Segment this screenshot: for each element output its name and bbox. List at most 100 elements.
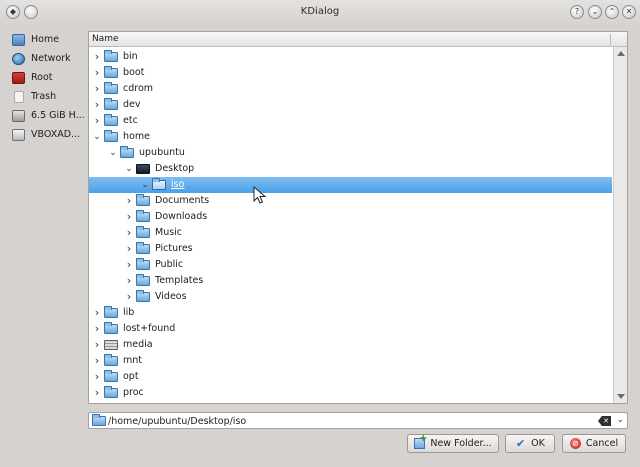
tree-row-label: lost+found <box>123 323 176 334</box>
ok-button[interactable]: ✔ OK <box>505 434 555 453</box>
tree-row-label: Desktop <box>155 163 195 174</box>
tree-row-label: boot <box>123 67 145 78</box>
tree-row[interactable]: dev <box>89 97 612 113</box>
location-combobox[interactable]: /home/upubuntu/Desktop/iso ✕ ⌄ <box>88 412 628 429</box>
tree-row-label: Pictures <box>155 243 193 254</box>
expand-arrow-icon[interactable] <box>93 325 101 333</box>
tree-row-label: home <box>123 131 150 142</box>
place-optical-disc[interactable]: VBOXAD... <box>12 125 86 144</box>
help-icon[interactable]: ? <box>570 5 584 19</box>
folder-icon <box>104 98 118 110</box>
collapse-arrow-icon[interactable] <box>125 165 133 173</box>
place-label: Home <box>31 34 60 45</box>
folder-icon <box>152 178 166 190</box>
tree-row[interactable]: etc <box>89 113 612 129</box>
clear-text-icon[interactable]: ✕ <box>598 416 611 426</box>
expand-arrow-icon[interactable] <box>125 197 133 205</box>
tree-row[interactable]: Videos <box>89 289 612 305</box>
expand-arrow-icon[interactable] <box>125 245 133 253</box>
tree-row[interactable]: bin <box>89 49 612 65</box>
tree-row[interactable]: proc <box>89 385 612 401</box>
vertical-scrollbar[interactable] <box>613 47 627 403</box>
cancel-button[interactable]: ⊘ Cancel <box>562 434 626 453</box>
tree-row[interactable]: Templates <box>89 273 612 289</box>
place-root[interactable]: Root <box>12 68 86 87</box>
place-home[interactable]: Home <box>12 30 86 49</box>
tree-row-label: iso <box>171 179 185 190</box>
expand-arrow-icon[interactable] <box>93 101 101 109</box>
tree-row[interactable]: mnt <box>89 353 612 369</box>
tree-row[interactable]: Downloads <box>89 209 612 225</box>
window-title: KDialog <box>300 6 340 17</box>
maximize-icon[interactable]: ⌃ <box>605 5 619 19</box>
location-path[interactable]: /home/upubuntu/Desktop/iso <box>108 416 246 427</box>
folder-icon <box>104 306 118 318</box>
folder-icon <box>104 322 118 334</box>
folder-icon <box>104 66 118 78</box>
close-icon[interactable]: ✕ <box>622 5 636 19</box>
expand-arrow-icon[interactable] <box>125 261 133 269</box>
place-network[interactable]: Network <box>12 49 86 68</box>
tree-row-selected[interactable]: iso <box>89 177 612 193</box>
tree-row[interactable]: media <box>89 337 612 353</box>
tree-row-label: etc <box>123 115 138 126</box>
place-hard-disk[interactable]: 6.5 GiB H... <box>12 106 86 125</box>
folder-icon <box>136 274 150 286</box>
expand-arrow-icon[interactable] <box>93 357 101 365</box>
place-label: Network <box>31 53 71 64</box>
expand-arrow-icon[interactable] <box>93 309 101 317</box>
tree-row[interactable]: lib <box>89 305 612 321</box>
desktop-icon <box>136 164 150 174</box>
collapse-arrow-icon[interactable] <box>93 133 101 141</box>
tree-row[interactable]: upubuntu <box>89 145 612 161</box>
expand-arrow-icon[interactable] <box>93 389 101 397</box>
folder-icon <box>104 354 118 366</box>
tree-row[interactable]: Pictures <box>89 241 612 257</box>
tree-row[interactable]: home <box>89 129 612 145</box>
chevron-down-icon[interactable]: ⌄ <box>616 415 624 425</box>
expand-arrow-icon[interactable] <box>125 277 133 285</box>
folder-icon <box>136 194 150 206</box>
expand-arrow-icon[interactable] <box>125 213 133 221</box>
place-label: Root <box>31 72 53 83</box>
cancel-icon: ⊘ <box>569 438 581 449</box>
scroll-up-icon[interactable] <box>617 51 625 56</box>
expand-arrow-icon[interactable] <box>93 85 101 93</box>
scroll-down-icon[interactable] <box>617 394 625 399</box>
tree-row[interactable]: Documents <box>89 193 612 209</box>
network-icon <box>12 52 25 65</box>
expand-arrow-icon[interactable] <box>125 229 133 237</box>
tree-row[interactable]: boot <box>89 65 612 81</box>
tree-row[interactable]: Public <box>89 257 612 273</box>
tree-row[interactable]: Music <box>89 225 612 241</box>
expand-arrow-icon[interactable] <box>93 373 101 381</box>
mouse-cursor-icon <box>253 186 267 204</box>
tree-row[interactable]: lost+found <box>89 321 612 337</box>
expand-arrow-icon[interactable] <box>125 293 133 301</box>
title-bar: ◆ KDialog ? ⌄ ⌃ ✕ <box>0 0 640 24</box>
expand-arrow-icon[interactable] <box>93 53 101 61</box>
tree-row-label: Music <box>155 227 183 238</box>
expand-arrow-icon[interactable] <box>93 69 101 77</box>
expand-arrow-icon[interactable] <box>93 341 101 349</box>
tree-row-label: lib <box>123 307 135 318</box>
home-folder-icon <box>120 146 134 158</box>
tree-row-label: Downloads <box>155 211 208 222</box>
place-label: VBOXAD... <box>31 129 81 140</box>
expand-arrow-icon[interactable] <box>93 117 101 125</box>
folder-icon <box>104 370 118 382</box>
minimize-icon[interactable]: ⌄ <box>588 5 602 19</box>
tree-row[interactable]: cdrom <box>89 81 612 97</box>
places-panel: Home Network Root Trash 6.5 GiB H... VBO… <box>12 30 86 144</box>
tree-row[interactable]: Desktop <box>89 161 612 177</box>
folder-icon <box>136 226 150 238</box>
collapse-arrow-icon[interactable] <box>109 149 117 157</box>
tree-row-label: bin <box>123 51 138 62</box>
new-folder-button[interactable]: New Folder... <box>407 433 499 453</box>
collapse-arrow-icon[interactable] <box>141 181 149 189</box>
folder-tree-view[interactable]: Name bin boot cdrom dev etc home upubunt… <box>88 31 628 404</box>
column-header[interactable]: Name <box>89 32 627 47</box>
tree-row[interactable]: opt <box>89 369 612 385</box>
tree-row-label: dev <box>123 99 141 110</box>
place-trash[interactable]: Trash <box>12 87 86 106</box>
